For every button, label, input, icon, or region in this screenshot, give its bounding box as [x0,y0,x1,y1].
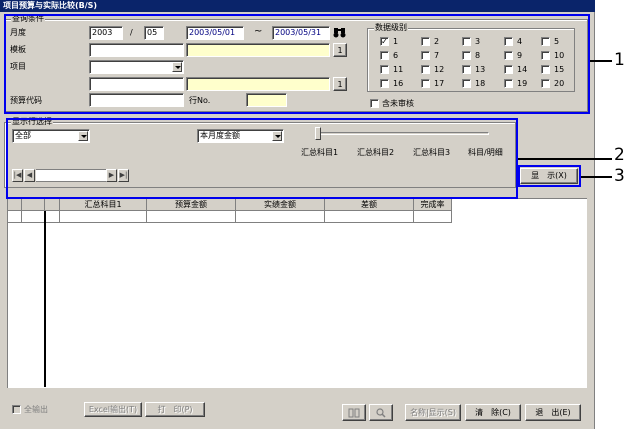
grid-cell[interactable] [45,211,60,223]
clear-button[interactable]: 清 除(C) [465,404,521,421]
exit-button[interactable]: 退 出(E) [525,404,581,421]
result-grid[interactable]: 汇总科目1 预算金额 实绩金额 差额 完成率 [7,198,587,388]
grid-corner-1 [8,199,22,211]
callout-3: 3 [614,166,625,186]
output-all-label: 全输出 [24,405,48,414]
search-button[interactable] [369,404,393,421]
grid-cell[interactable] [414,211,452,223]
grid-cell[interactable] [325,211,414,223]
highlight-box-display-button [518,165,581,187]
book-icon [348,408,360,418]
grid-vertical-divider [44,211,46,387]
column-header[interactable]: 完成率 [414,199,452,211]
column-header[interactable]: 预算金额 [147,199,236,211]
column-header[interactable]: 汇总科目1 [60,199,147,211]
grid-corner-3 [45,199,60,211]
highlight-box-query [4,14,590,114]
column-header[interactable]: 实绩金额 [236,199,325,211]
grid-cell[interactable] [22,211,45,223]
book-button[interactable] [342,404,366,421]
grid-corner-2 [22,199,45,211]
highlight-box-display [6,118,518,199]
grid-cell[interactable] [8,211,22,223]
window-title: 项目预算与实际比较(B/S) [0,0,595,12]
column-header[interactable]: 差额 [325,199,414,211]
callout-line-3 [581,176,612,178]
callout-line-2 [518,158,612,160]
output-all-checkbox[interactable] [12,405,21,414]
grid-cell[interactable] [147,211,236,223]
callout-2: 2 [614,145,625,165]
grid-cell[interactable] [60,211,147,223]
name-display-button[interactable]: 名称|显示(S) [405,404,461,421]
print-button[interactable]: 打 印(P) [145,402,205,417]
callout-line-1 [590,60,612,62]
grid-cell[interactable] [236,211,325,223]
excel-output-button[interactable]: Excel输出(T) [84,402,142,417]
search-icon [376,408,386,418]
callout-1: 1 [614,50,625,70]
